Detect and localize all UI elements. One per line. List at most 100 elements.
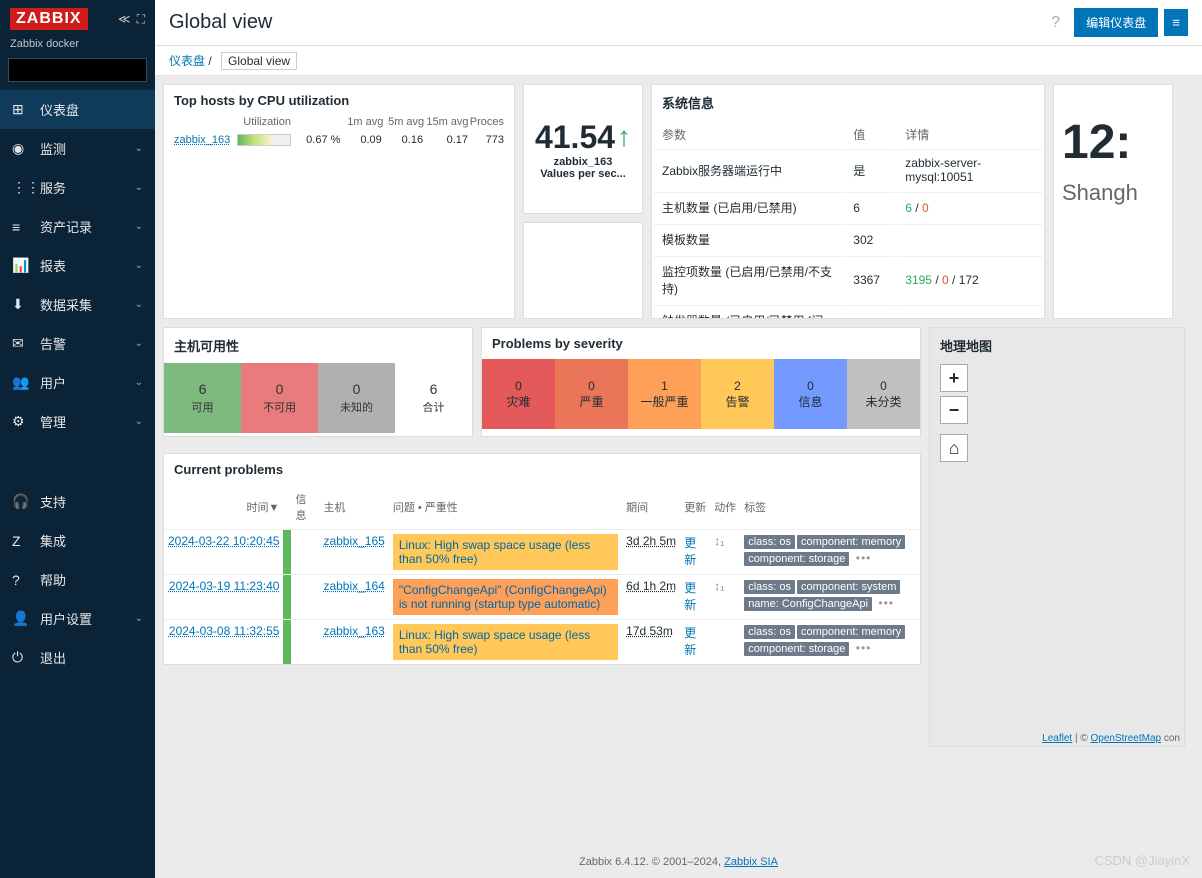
nav-icon: Z [12,533,32,549]
nav-item-用户设置[interactable]: 👤用户设置⌄ [0,599,155,638]
chevron-down-icon: ⌄ [135,182,143,193]
more-tags-icon[interactable]: ••• [851,641,871,655]
severity-cell-严重[interactable]: 0严重 [555,359,628,429]
severity-cell-告警[interactable]: 2告警 [701,359,774,429]
sysinfo-row: 模板数量302 [654,224,1042,254]
chevron-down-icon: ⌄ [135,260,143,271]
breadcrumb-root[interactable]: 仪表盘 [169,54,205,68]
tag[interactable]: component: memory [797,625,905,639]
host-link[interactable]: zabbix_163 [174,134,233,146]
osm-link[interactable]: OpenStreetMap [1090,733,1161,744]
chevron-down-icon: ⌄ [135,338,143,349]
problem-time-link[interactable]: 2024-03-22 10:20:45 [168,534,279,548]
more-tags-icon[interactable]: ••• [851,551,871,565]
nav-item-报表[interactable]: 📊报表⌄ [0,246,155,285]
widget-host-availability: 主机可用性 6可用0不可用0未知的6合计 [163,327,473,437]
dashboard-menu-button[interactable]: ≡ [1164,9,1188,36]
nav-item-管理[interactable]: ⚙管理⌄ [0,402,155,441]
more-tags-icon[interactable]: ••• [874,596,894,610]
widget-top-hosts: Top hosts by CPU utilization Utilization… [163,84,515,319]
host-link[interactable]: zabbix_164 [323,579,384,593]
nav-icon: ✉ [12,335,32,352]
problem-time-link[interactable]: 2024-03-19 11:23:40 [169,579,280,593]
nav-item-退出[interactable]: ⏻退出 [0,638,155,677]
search-input[interactable] [9,59,172,81]
hostav-cell-可用[interactable]: 6可用 [164,363,241,433]
host-link[interactable]: zabbix_165 [323,534,384,548]
map-home-button[interactable]: ⌂ [940,434,968,462]
page-title: Global view [169,11,272,34]
help-icon[interactable]: ? [1051,14,1060,32]
problem-time-link[interactable]: 2024-03-08 11:32:55 [169,624,280,638]
nav-item-告警[interactable]: ✉告警⌄ [0,324,155,363]
widget-values-per-sec: 41.54↑ zabbix_163 Values per sec... [523,84,643,214]
sysinfo-row: 监控项数量 (已启用/已禁用/不支持)33673195 / 0 / 172 [654,256,1042,303]
tag[interactable]: component: memory [797,535,905,549]
nav-item-支持[interactable]: 🎧支持 [0,482,155,521]
problem-link[interactable]: Linux: High swap space usage (less than … [393,624,618,660]
widget-clock: 12: Shangh [1053,84,1173,319]
hostav-cell-合计[interactable]: 6合计 [395,363,472,433]
nav-item-监测[interactable]: ◉监测⌄ [0,129,155,168]
tag[interactable]: class: os [744,625,795,639]
map-zoom-in-button[interactable]: + [940,364,968,392]
nav-item-用户[interactable]: 👥用户⌄ [0,363,155,402]
action-icon[interactable]: ↕₁ [714,534,724,548]
tag[interactable]: component: system [797,580,900,594]
severity-cell-未分类[interactable]: 0未分类 [847,359,920,429]
chevron-down-icon: ⌄ [135,613,143,624]
hostav-cell-不可用[interactable]: 0不可用 [241,363,318,433]
watermark: CSDN @JiayinX [1094,853,1190,868]
tag[interactable]: component: storage [744,552,849,566]
update-link[interactable]: 更新 [684,536,696,567]
breadcrumb-current: Global view [221,52,297,70]
zabbix-sia-link[interactable]: Zabbix SIA [724,856,778,868]
arrow-up-icon: ↑ [617,121,631,153]
nav-item-服务[interactable]: ⋮⋮服务⌄ [0,168,155,207]
logo: ZABBIX [10,8,88,30]
action-icon[interactable]: ↕₁ [714,579,724,593]
severity-cell-信息[interactable]: 0信息 [774,359,847,429]
chevron-down-icon: ⌄ [135,416,143,427]
problem-link[interactable]: "ConfigChangeApi" (ConfigChangeApi) is n… [393,579,618,615]
sidebar-subtitle: Zabbix docker [0,38,155,58]
widget-system-info: 系统信息 参数 值 详情 Zabbix服务器端运行中是zabbix-server… [651,84,1045,319]
nav-icon: 👥 [12,374,32,391]
chevron-down-icon: ⌄ [135,143,143,154]
widget-geo-map: 地理地图 + − ⌂ Leaflet | © OpenStreetMap con [929,327,1185,747]
leaflet-link[interactable]: Leaflet [1042,733,1072,744]
tag[interactable]: component: storage [744,642,849,656]
topbar: Global view ? 编辑仪表盘 ≡ [155,0,1202,46]
host-link[interactable]: zabbix_163 [323,624,384,638]
chevron-down-icon: ⌄ [135,221,143,232]
problem-row: 2024-03-22 10:20:45 zabbix_165 Linux: High… [164,530,920,575]
update-link[interactable]: 更新 [684,626,696,657]
collapse-icon[interactable]: ≪ [118,12,131,26]
search-box[interactable]: 🔍 [8,58,147,82]
nav-item-集成[interactable]: Z集成 [0,521,155,560]
nav-item-资产记录[interactable]: ≡资产记录⌄ [0,207,155,246]
nav-icon: ⊞ [12,101,32,118]
nav-icon: ⚙ [12,413,32,430]
fullscreen-icon[interactable]: ⛶ [137,12,145,27]
hostav-cell-未知的[interactable]: 0未知的 [318,363,395,433]
chevron-down-icon: ⌄ [135,377,143,388]
edit-dashboard-button[interactable]: 编辑仪表盘 [1074,8,1158,37]
nav-item-数据采集[interactable]: ⬇数据采集⌄ [0,285,155,324]
sysinfo-row: Zabbix服务器端运行中是zabbix-server-mysql:10051 [654,149,1042,190]
utilization-bar [237,134,291,146]
severity-cell-一般严重[interactable]: 1一般严重 [628,359,701,429]
nav-icon: ⏻ [12,649,32,666]
map-zoom-out-button[interactable]: − [940,396,968,424]
tag[interactable]: name: ConfigChangeApi [744,597,872,611]
tag[interactable]: class: os [744,580,795,594]
problem-link[interactable]: Linux: High swap space usage (less than … [393,534,618,570]
nav-icon: 🎧 [12,493,32,510]
nav-item-仪表盘[interactable]: ⊞仪表盘 [0,90,155,129]
nav-item-帮助[interactable]: ?帮助 [0,560,155,599]
tag[interactable]: class: os [744,535,795,549]
severity-cell-灾难[interactable]: 0灾难 [482,359,555,429]
widget-empty [523,222,643,319]
widget-current-problems: Current problems 时间▼ 信息 主机 问题 • 严重性 期间 更… [163,453,921,665]
update-link[interactable]: 更新 [684,581,696,612]
